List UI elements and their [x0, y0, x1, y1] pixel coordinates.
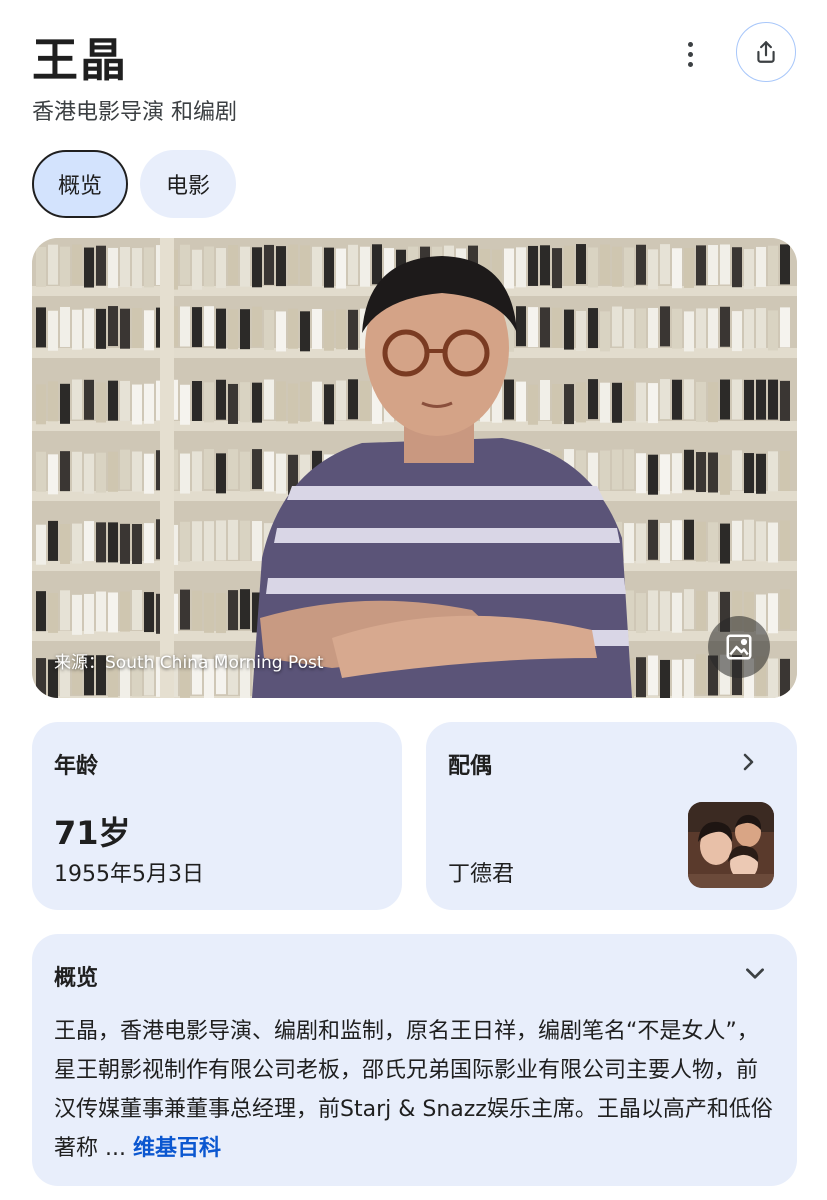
overview-label: 概览 — [54, 966, 99, 991]
spouse-name: 丁德君 — [448, 862, 515, 887]
age-value: 71岁 — [54, 814, 131, 852]
tab-bar: 概览 电影 — [32, 150, 237, 218]
more-vert-icon — [687, 41, 693, 47]
overview-card: 概览 王晶，香港电影导演、编剧和监制，原名王日祥，编剧笔名“不是女人”，星王朝影… — [32, 934, 797, 1186]
tab-overview[interactable]: 概览 — [32, 150, 129, 218]
birth-date: 1955年5月3日 — [54, 862, 204, 887]
photo-source-caption: 来源：South China Morning Post — [54, 653, 324, 673]
age-card: 年龄 71岁 1955年5月3日 — [32, 722, 402, 910]
image-icon — [726, 634, 752, 660]
chevron-down-icon[interactable] — [742, 960, 768, 986]
page-subtitle: 香港电影导演 和编剧 — [32, 100, 237, 125]
chevron-right-icon — [743, 753, 754, 771]
spouse-card[interactable]: 配偶 丁德君 — [426, 722, 797, 910]
spouse-photo — [688, 802, 774, 888]
age-label: 年龄 — [54, 754, 99, 779]
share-icon — [757, 41, 775, 63]
person-photo — [32, 238, 797, 698]
hero-photo[interactable]: 来源：South China Morning Post — [32, 238, 797, 698]
wikipedia-link[interactable]: 维基百科 — [133, 1136, 221, 1161]
view-images-button[interactable] — [708, 616, 770, 678]
overview-text: 王晶，香港电影导演、编剧和监制，原名王日祥，编剧笔名“不是女人”，星王朝影视制作… — [54, 1012, 776, 1168]
share-button[interactable] — [736, 22, 796, 82]
spouse-label: 配偶 — [448, 754, 493, 779]
page-title: 王晶 — [32, 33, 128, 87]
tab-movies[interactable]: 电影 — [140, 150, 237, 218]
more-options-button[interactable] — [672, 36, 708, 72]
